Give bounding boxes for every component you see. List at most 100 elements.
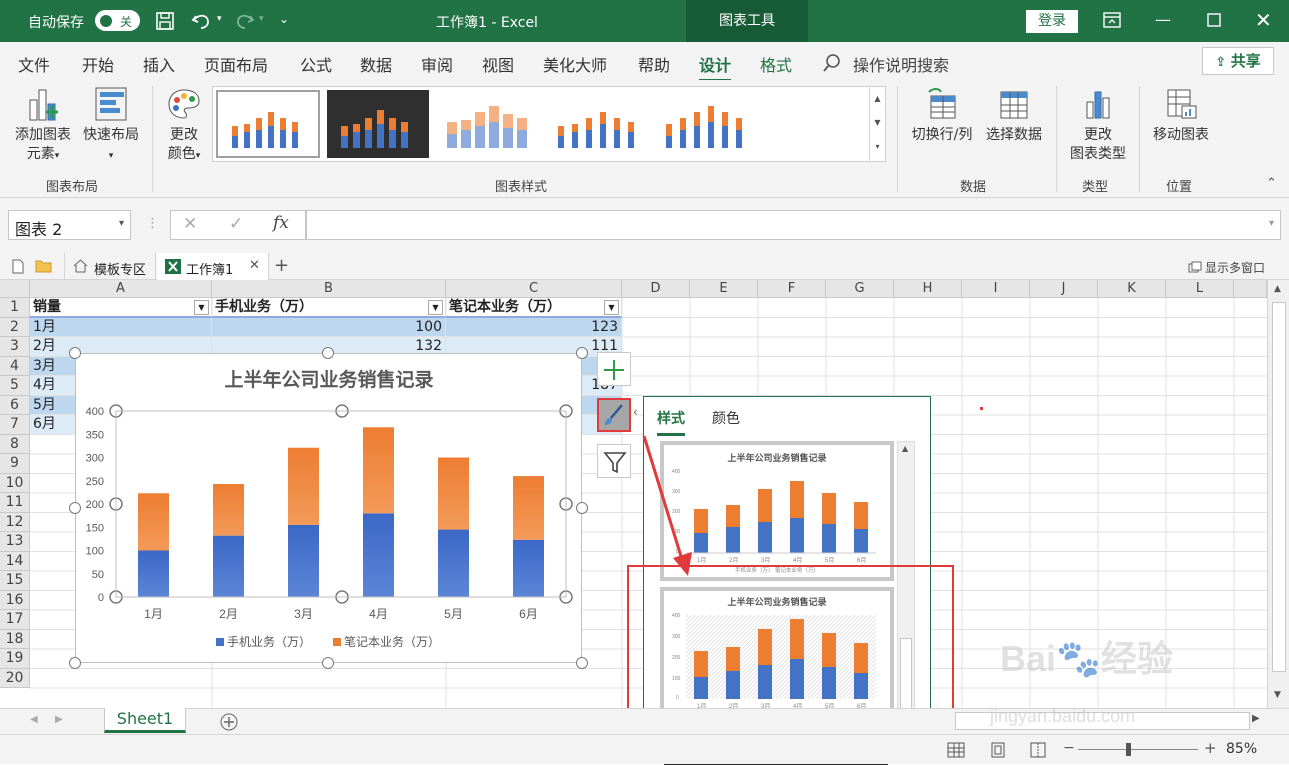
insert-function-icon[interactable]: fx	[273, 213, 289, 233]
multi-window-button[interactable]: 显示多窗口	[1205, 259, 1265, 276]
tab-format[interactable]: 格式	[760, 52, 792, 76]
tab-view[interactable]: 视图	[482, 52, 514, 76]
row-header[interactable]: 10	[0, 473, 30, 493]
column-header[interactable]: K	[1098, 280, 1166, 298]
sheet-tab-sheet1[interactable]: Sheet1	[104, 708, 186, 733]
customize-qat-icon[interactable]: ⌄	[279, 12, 289, 26]
zoom-out-icon[interactable]: −	[1063, 740, 1075, 756]
chart-style-1[interactable]	[216, 90, 320, 158]
table-cell[interactable]: 1月	[30, 317, 212, 337]
table-header-cell[interactable]: 销量 ▼	[30, 298, 212, 318]
row-header[interactable]: 19	[0, 649, 30, 669]
page-break-view-icon[interactable]	[1030, 742, 1046, 758]
column-header[interactable]: C	[446, 280, 622, 298]
chart-filters-button[interactable]	[597, 444, 631, 478]
scroll-up-icon[interactable]: ▲	[1274, 284, 1281, 294]
gallery-more-icon[interactable]: ▾	[870, 135, 885, 159]
close-icon[interactable]: ✕	[1255, 8, 1272, 32]
scroll-thumb[interactable]	[1272, 302, 1286, 672]
vertical-scrollbar[interactable]: ▲ ▼	[1267, 280, 1289, 708]
row-header[interactable]: 12	[0, 512, 30, 532]
quick-layout-button[interactable]: 快速布局 ▾	[80, 86, 142, 166]
zoom-level[interactable]: 85%	[1226, 741, 1257, 757]
column-header[interactable]: G	[826, 280, 894, 298]
column-header[interactable]: A	[30, 280, 212, 298]
resize-handle[interactable]	[576, 347, 588, 359]
row-header[interactable]: 1	[0, 298, 30, 318]
switch-row-column-button[interactable]: 切换行/列	[906, 86, 978, 145]
select-data-button[interactable]: 选择数据	[980, 86, 1048, 145]
column-header[interactable]: E	[690, 280, 758, 298]
autosave-toggle[interactable]: 关	[95, 10, 140, 31]
chart-styles-gallery[interactable]: ▲ ▼ ▾	[212, 86, 886, 162]
add-chart-element-button[interactable]: 添加图表 元素▾	[10, 86, 76, 166]
chart-object[interactable]: 上半年公司业务销售记录 400 350 300 250 200 150 100 50 0 1月 2月 3…	[75, 353, 582, 663]
resize-handle[interactable]	[576, 502, 588, 514]
undo-dropdown-icon[interactable]: ▾	[217, 14, 222, 24]
scroll-right-icon[interactable]: ▶	[1252, 713, 1260, 724]
row-header[interactable]: 16	[0, 590, 30, 610]
row-header[interactable]: 3	[0, 337, 30, 357]
chart-styles-button[interactable]	[597, 398, 631, 432]
filter-dropdown-icon[interactable]: ▼	[428, 300, 443, 315]
tab-review[interactable]: 审阅	[421, 52, 453, 76]
tab-design[interactable]: 设计	[699, 52, 732, 82]
column-header[interactable]: D	[622, 280, 690, 298]
new-file-icon[interactable]	[12, 259, 24, 274]
cancel-icon[interactable]: ✕	[183, 214, 197, 234]
resize-handle[interactable]	[69, 502, 81, 514]
row-header[interactable]: 2	[0, 317, 30, 337]
search-icon[interactable]	[822, 53, 842, 73]
gallery-up-icon[interactable]: ▲	[870, 87, 885, 111]
tab-insert[interactable]: 插入	[143, 52, 175, 76]
name-box[interactable]: 图表 2 ▾	[8, 210, 131, 240]
table-cell[interactable]: 123	[446, 317, 622, 337]
resize-handle[interactable]	[576, 657, 588, 669]
change-chart-type-button[interactable]: 更改 图表类型	[1064, 86, 1132, 164]
maximize-icon[interactable]	[1207, 13, 1221, 27]
close-tab-icon[interactable]: ✕	[249, 258, 260, 273]
tab-formulas[interactable]: 公式	[300, 52, 332, 76]
column-header[interactable]: B	[212, 280, 446, 298]
next-sheet-icon[interactable]: ▶	[55, 714, 63, 725]
table-header-cell[interactable]: 笔记本业务（万） ▼	[446, 298, 622, 318]
column-header[interactable]: L	[1166, 280, 1234, 298]
enter-icon[interactable]: ✓	[229, 214, 243, 234]
redo-dropdown-icon[interactable]: ▾	[259, 14, 264, 24]
column-header[interactable]: F	[758, 280, 826, 298]
expand-formula-icon[interactable]: ▾	[1269, 218, 1274, 229]
chart-style-4[interactable]	[546, 90, 648, 158]
gallery-scroll[interactable]: ▲ ▼ ▾	[869, 87, 885, 161]
search-label[interactable]: 操作说明搜索	[853, 52, 949, 76]
column-header[interactable]: J	[1030, 280, 1098, 298]
table-header-cell[interactable]: 手机业务（万） ▼	[212, 298, 446, 318]
column-header[interactable]: H	[894, 280, 962, 298]
tab-data[interactable]: 数据	[360, 52, 392, 76]
row-header[interactable]: 17	[0, 610, 30, 630]
select-all-corner[interactable]	[0, 280, 30, 298]
row-header[interactable]: 9	[0, 454, 30, 474]
resize-handle[interactable]	[322, 657, 334, 669]
row-header[interactable]: 13	[0, 532, 30, 552]
tab-page-layout[interactable]: 页面布局	[204, 52, 268, 76]
row-header[interactable]: 14	[0, 551, 30, 571]
column-header[interactable]: I	[962, 280, 1030, 298]
folder-icon[interactable]	[35, 259, 52, 273]
tab-help[interactable]: 帮助	[638, 52, 670, 76]
row-header[interactable]: 8	[0, 434, 30, 454]
move-chart-button[interactable]: 移动图表	[1147, 86, 1215, 145]
undo-icon[interactable]	[190, 10, 214, 32]
normal-view-icon[interactable]	[947, 742, 965, 758]
chart-style-5[interactable]	[656, 90, 758, 158]
chart-elements-button[interactable]	[597, 352, 631, 386]
row-header[interactable]: 18	[0, 629, 30, 649]
panel-scroll-up-icon[interactable]: ▲	[902, 444, 908, 453]
page-layout-view-icon[interactable]	[990, 742, 1006, 758]
tab-workbook[interactable]: 工作簿1 ✕	[157, 253, 269, 280]
resize-handle[interactable]	[322, 347, 334, 359]
tab-file[interactable]: 文件	[18, 52, 50, 76]
resize-handle[interactable]	[69, 347, 81, 359]
chart-style-3[interactable]	[437, 90, 539, 158]
tab-beautify[interactable]: 美化大师	[543, 52, 607, 76]
save-icon[interactable]	[155, 11, 175, 31]
